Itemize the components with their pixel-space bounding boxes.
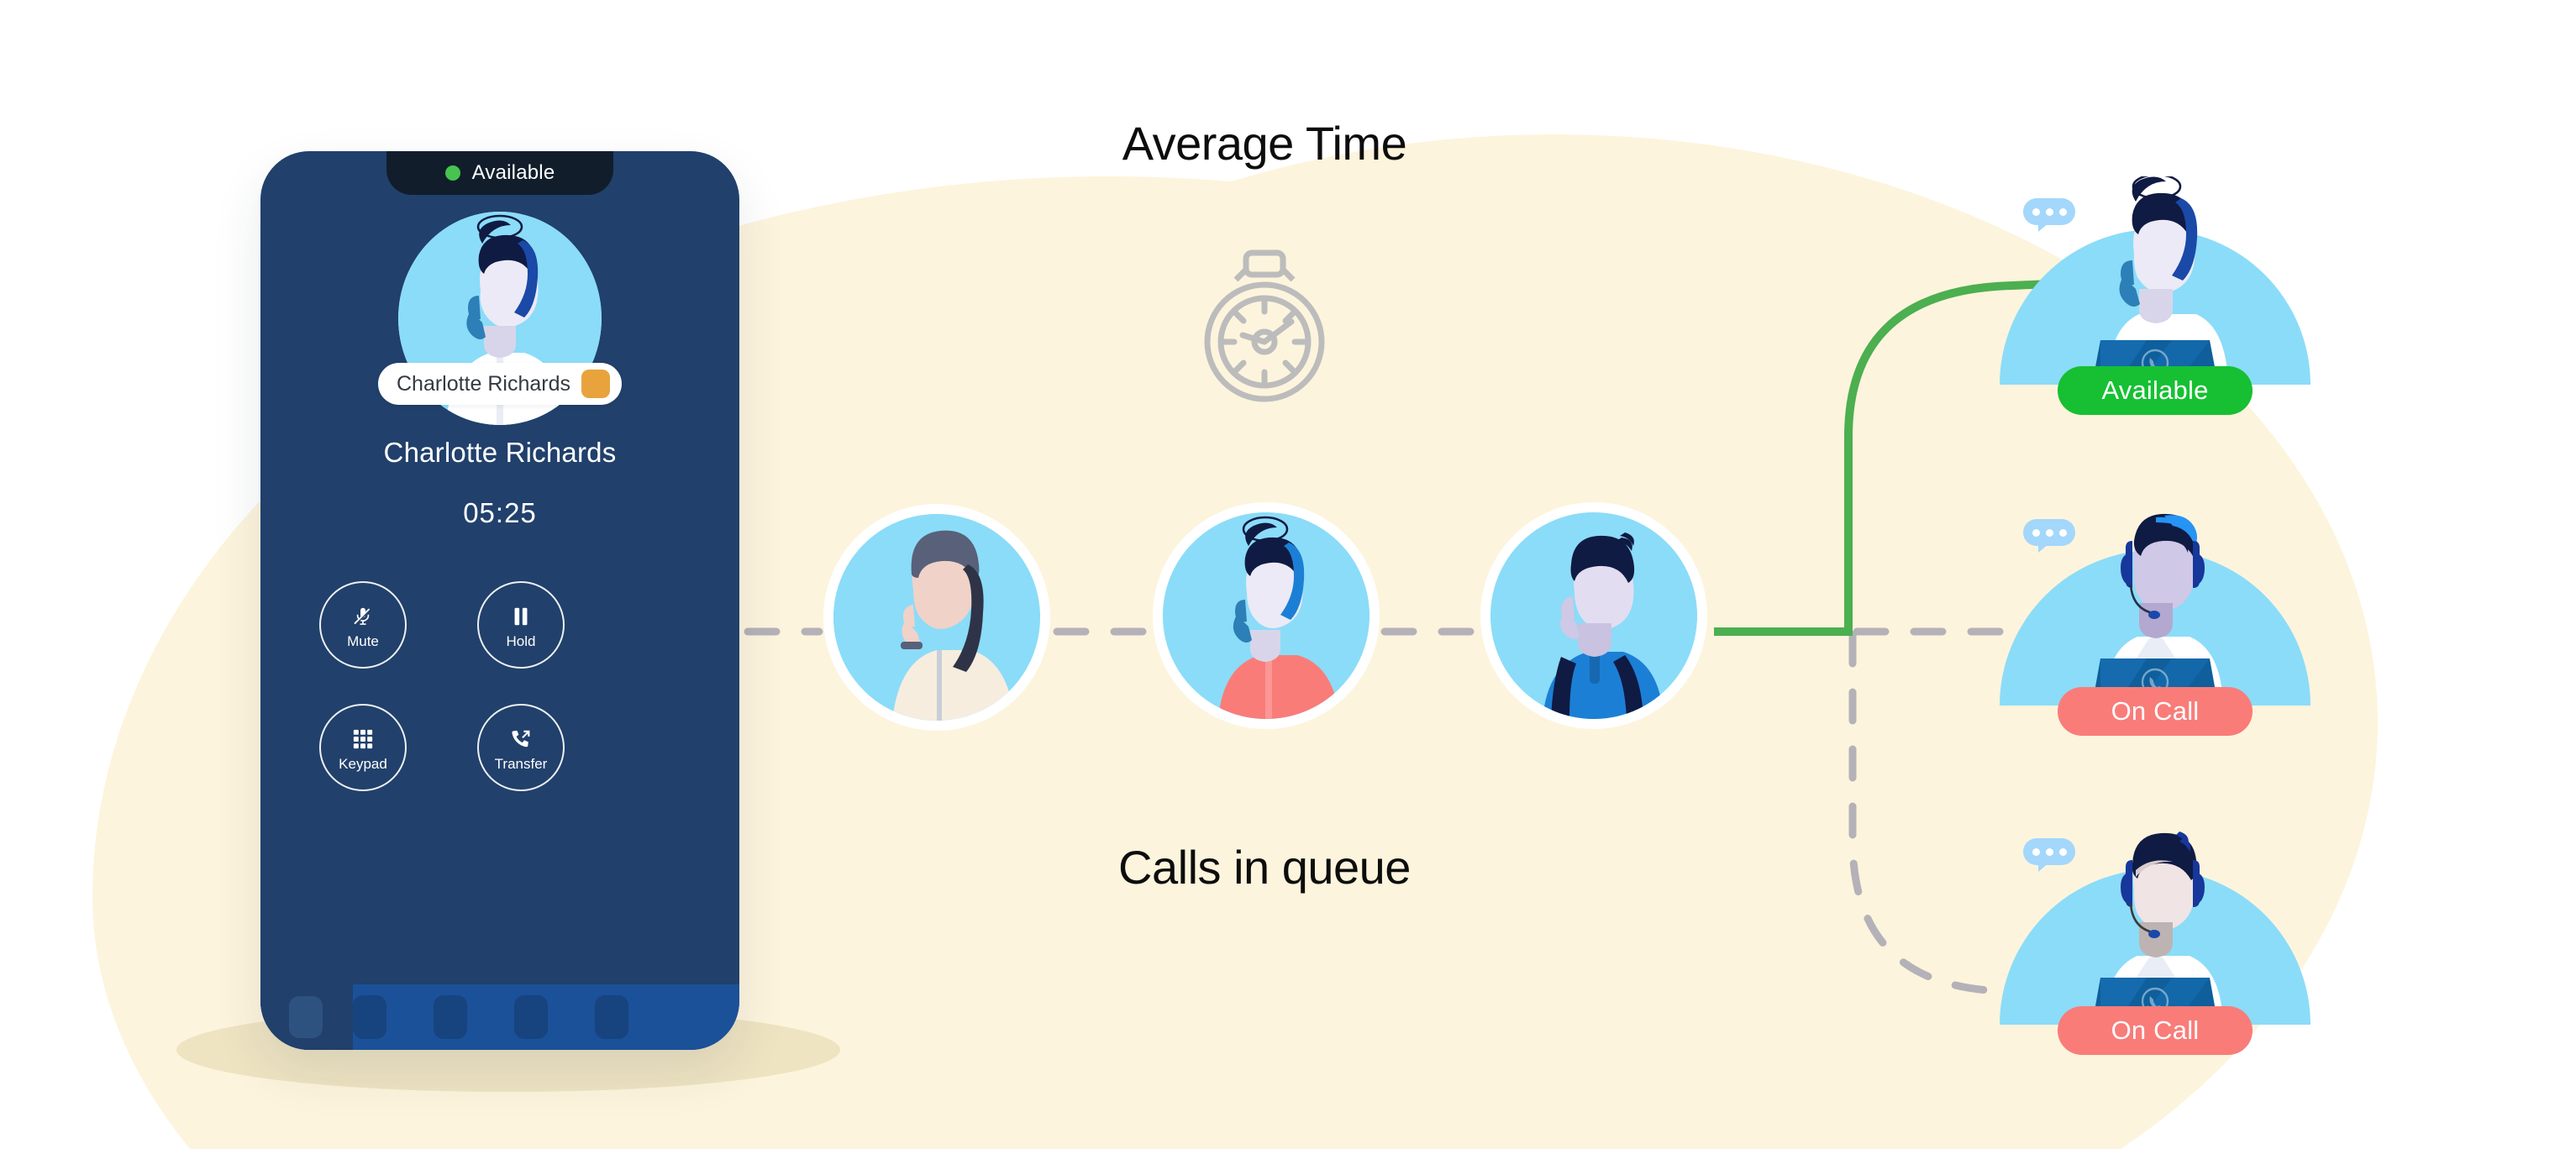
stopwatch-icon	[1189, 248, 1340, 407]
bubble-dot	[2058, 207, 2067, 216]
typing-bubble-icon	[2023, 519, 2075, 553]
caller-badge-name: Charlotte Richards	[396, 371, 571, 396]
bubble-dot	[2032, 528, 2040, 537]
call-transfer-icon	[504, 725, 538, 753]
agent-status-badge: Available	[2058, 366, 2253, 415]
badge-accent-icon	[581, 370, 611, 398]
bubble-dot	[2032, 847, 2040, 856]
hold-button[interactable]: Hold	[477, 581, 565, 669]
illustration-canvas: Average Time Calls in queue Available Ch…	[0, 0, 2576, 1149]
phone-mockup: Available Charlotte Richards Charlotte R…	[260, 151, 739, 1050]
caller-name: Charlotte Richards	[383, 437, 617, 468]
agent-status-badge: On Call	[2058, 1006, 2253, 1055]
call-timer: 05:25	[463, 497, 537, 528]
call-controls: Mute Hold Keypad Transfer	[319, 581, 681, 791]
dock-app-icon[interactable]	[595, 995, 628, 1039]
presence-label: Available	[471, 161, 555, 184]
dock-app-icon[interactable]	[353, 995, 386, 1039]
bubble-dot	[2058, 528, 2067, 537]
keypad-icon	[346, 725, 380, 753]
bubble-dot	[2045, 847, 2053, 856]
typing-bubble-icon	[2023, 838, 2075, 872]
keypad-button[interactable]: Keypad	[319, 704, 407, 791]
bubble-dot	[2058, 847, 2067, 856]
bubble-dot	[2045, 528, 2053, 537]
page-title: Average Time	[1122, 117, 1407, 170]
mute-button[interactable]: Mute	[319, 581, 407, 669]
dock-app-icon-left[interactable]	[289, 996, 323, 1038]
pause-icon	[504, 602, 538, 631]
dock-app-icon[interactable]	[514, 995, 548, 1039]
bubble-dot	[2045, 207, 2053, 216]
dock-app-icon[interactable]	[434, 995, 467, 1039]
queue-label: Calls in queue	[1118, 841, 1411, 894]
transfer-label: Transfer	[494, 755, 548, 772]
agent-status-badge: On Call	[2058, 687, 2253, 736]
caller-name-badge: Charlotte Richards	[377, 363, 623, 405]
agent-card-2[interactable]: On Call	[2000, 497, 2311, 749]
presence-dot-icon	[444, 165, 460, 181]
typing-bubble-icon	[2023, 198, 2075, 232]
agent-card-1[interactable]: Available	[2000, 176, 2311, 428]
hold-label: Hold	[506, 632, 536, 649]
bubble-dot	[2032, 207, 2040, 216]
mute-label: Mute	[347, 632, 379, 649]
agent-card-3[interactable]: On Call	[2000, 816, 2311, 1068]
mic-muted-icon	[346, 602, 380, 631]
transfer-button[interactable]: Transfer	[477, 704, 565, 791]
status-bar: Available	[386, 151, 613, 195]
keypad-label: Keypad	[339, 755, 387, 772]
